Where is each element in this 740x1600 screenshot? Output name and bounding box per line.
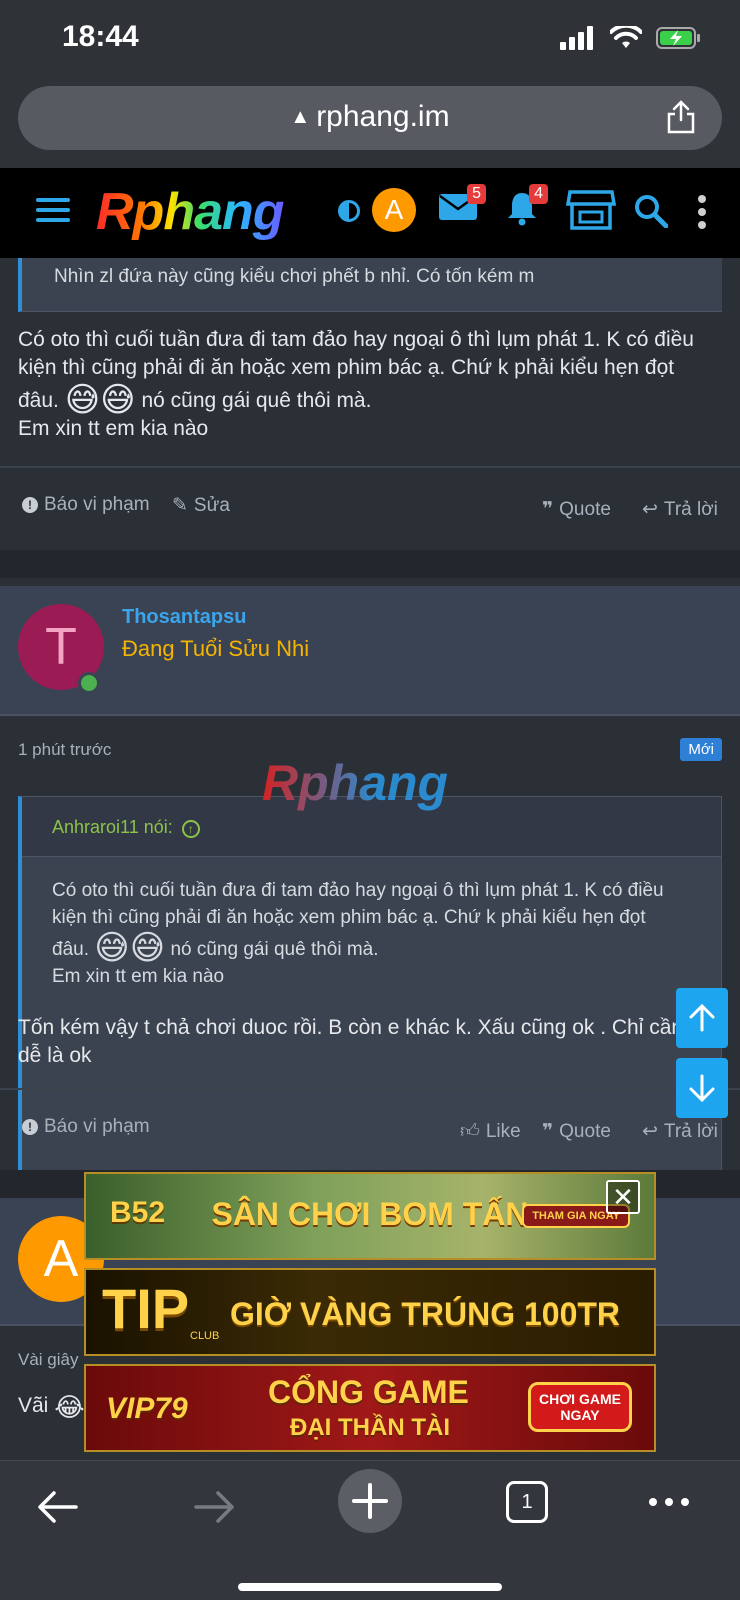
menu-icon[interactable] [36,198,70,224]
wifi-icon [610,26,642,48]
ad-sub: ĐẠI THẦN TÀI [290,1414,450,1441]
divider [0,466,740,468]
like-button[interactable]: 👍︎ Like [460,1120,521,1143]
arrow-up-circle-icon[interactable]: ↑ [181,820,200,838]
share-icon[interactable] [666,100,696,134]
browser-toolbar: 1 [0,1460,740,1600]
divider [0,1088,740,1090]
pencil-icon: ✎ [172,495,188,516]
ad-banner[interactable]: B52 SÂN CHƠI BOM TẤN THAM GIA NGAY ✕ [84,1172,656,1260]
user-card: T Thosantapsu Đang Tuổi Sửu Nhi [0,586,740,716]
sweat-smile-emoji: 😅😅 [94,929,166,967]
arrow-up-icon [689,1003,715,1032]
more-vertical-icon [698,195,706,229]
battery-charging-icon [656,27,700,49]
alert-icon: ! [22,497,38,513]
ad-text: GIỜ VÀNG TRÚNG 100TR [230,1296,621,1332]
quote-block: Nhìn zl đứa này cũng kiểu chơi phết b nh… [18,258,722,312]
plus-icon [352,1483,388,1519]
quote-text: Nhìn zl đứa này cũng kiểu chơi phết b nh… [54,266,535,287]
status-bar: 18:44 [0,0,740,82]
quote-button[interactable]: ❞ Quote [542,1120,611,1143]
signal-icon [560,26,593,50]
edit-button[interactable]: ✎ Sửa [172,494,230,517]
post-body-line: Có oto thì cuối tuần đưa đi tam đảo hay … [18,328,694,379]
ad-brand: VIP79 [106,1392,188,1425]
messages-badge: 5 [467,184,486,204]
site-logo[interactable]: Rphang [96,182,285,242]
more-menu-button[interactable] [696,194,708,235]
scroll-to-bottom-button[interactable] [676,1058,728,1118]
new-badge: Mới [680,738,722,761]
report-button[interactable]: ! Báo vi phạm [22,1116,150,1138]
quote-icon: ❞ [542,1121,554,1142]
online-status-icon [78,672,100,694]
quote-author-link[interactable]: Anhraroi11 nói: ↑ [52,817,200,838]
quote-body: Có oto thì cuối tuần đưa đi tam đảo hay … [52,880,664,987]
post-timestamp[interactable]: Vài giây [18,1350,78,1370]
post-separator [0,550,740,578]
laughing-emoji: 😂 [54,1392,85,1422]
account-avatar[interactable]: A [372,188,416,232]
reply-icon: ↩ [642,499,658,520]
alerts-button[interactable]: 4 [504,184,548,231]
post-body: Tốn kém vậy t chả chơi duoc rồi. B còn e… [18,1016,684,1067]
reply-button[interactable]: ↩ Trả lời [642,1120,718,1143]
store-button[interactable] [565,188,617,235]
quote-button[interactable]: ❞ Quote [542,498,611,521]
site-header: Rphang A 5 4 [0,168,740,258]
more-horizontal-icon[interactable] [648,1497,690,1507]
alert-icon: ! [22,1119,38,1135]
new-tab-button[interactable] [338,1469,402,1533]
thumbs-up-icon: 👍︎ [460,1121,480,1142]
store-icon [565,190,617,230]
search-button[interactable] [634,194,669,233]
reply-icon: ↩ [642,1121,658,1142]
report-button[interactable]: ! Báo vi phạm [22,494,150,516]
ad-cta: CHƠI GAME NGAY [528,1382,632,1432]
status-time: 18:44 [62,20,139,53]
forward-icon[interactable] [192,1489,236,1525]
ad-banner[interactable]: TIP CLUB GIỜ VÀNG TRÚNG 100TR [84,1268,656,1356]
ad-brand: TIP [102,1277,190,1340]
close-icon[interactable]: ✕ [606,1180,640,1214]
url-bar[interactable]: ▲ rphang.im [18,86,722,150]
sweat-smile-emoji: 😅😅 [64,381,136,419]
url-domain: rphang.im [316,100,450,133]
browser-url-area: ▲ rphang.im [0,82,740,168]
arrow-down-icon [689,1074,715,1103]
ad-banner[interactable]: VIP79 CỔNG GAME ĐẠI THẦN TÀI CHƠI GAME N… [84,1364,656,1452]
tabs-button[interactable]: 1 [506,1481,548,1523]
post-actions: ! Báo vi phạm 👍︎ Like ❞ Quote ↩ Trả lời [0,1116,740,1156]
home-indicator [238,1583,502,1591]
alerts-badge: 4 [529,184,548,204]
post-timestamp[interactable]: 1 phút trước [18,740,111,760]
ad-sub: CLUB [190,1330,220,1342]
url-text[interactable]: ▲ rphang.im [18,100,722,134]
reply-button[interactable]: ↩ Trả lời [642,498,718,521]
post-body: Có oto thì cuối tuần đưa đi tam đảo hay … [18,326,718,443]
warning-icon: ▲ [290,106,311,128]
back-icon[interactable] [36,1489,80,1525]
user-title: Đang Tuổi Sửu Nhi [122,636,310,661]
quote-icon: ❞ [542,499,554,520]
watermark-logo: Rphang [262,755,449,811]
post-body-line: đâu. 😅😅 nó cũng gái quê thôi mà. [18,381,372,419]
post-body-line: Em xin tt em kia nào [18,417,209,440]
messages-button[interactable]: 5 [438,184,486,227]
search-icon [635,195,669,229]
ad-text: CỔNG GAME [268,1374,469,1410]
scroll-to-top-button[interactable] [676,988,728,1048]
status-icons [560,26,702,50]
theme-toggle-icon[interactable] [338,200,360,222]
username-link[interactable]: Thosantapsu [122,606,246,629]
post-actions: ! Báo vi phạm ✎ Sửa ❞ Quote ↩ Trả lời [0,494,740,534]
